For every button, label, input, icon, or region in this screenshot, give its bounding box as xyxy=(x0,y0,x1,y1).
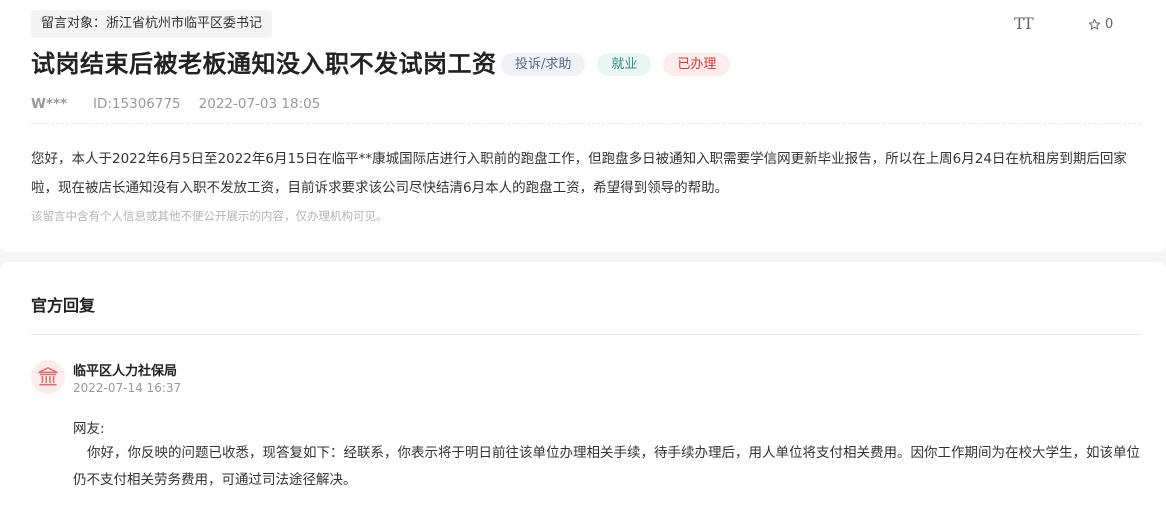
reply-salutation: 网友: xyxy=(73,421,105,437)
message-title: 试岗结束后被老板通知没入职不发试岗工资 xyxy=(31,50,497,78)
message-card: 留言对象：浙江省杭州市临平区委书记 TT 0 试岗结束后被老板通知没入职不发试岗… xyxy=(0,0,1166,252)
reply-section-title: 官方回复 xyxy=(31,296,96,315)
avatar xyxy=(31,360,65,394)
author-name: W*** xyxy=(31,96,68,112)
divider xyxy=(31,334,1141,335)
message-date: 2022-07-03 18:05 xyxy=(198,96,321,112)
government-building-icon xyxy=(38,367,58,386)
message-meta: W*** ID:15306775 2022-07-03 18:05 xyxy=(31,96,320,112)
type-badge[interactable]: 投诉/求助 xyxy=(501,53,586,76)
reply-time: 2022-07-14 16:37 xyxy=(73,381,182,395)
reply-content: 你好，你反映的问题已收悉，现答复如下：经联系，你表示将于明日前往该单位办理相关手… xyxy=(73,445,1140,488)
message-content: 您好，本人于2022年6月5日至2022年6月15日在临平**康城国际店进行入职… xyxy=(31,151,1127,196)
message-target: 留言对象：浙江省杭州市临平区委书记 xyxy=(31,10,273,38)
favorite-count: 0 xyxy=(1105,17,1114,32)
tag-group: 投诉/求助 就业 已办理 xyxy=(501,53,731,76)
font-size-icon[interactable]: TT xyxy=(1014,14,1034,33)
star-icon xyxy=(1088,18,1101,30)
field-badge[interactable]: 就业 xyxy=(597,53,652,76)
status-badge: 已办理 xyxy=(663,53,731,76)
favorite-button[interactable]: 0 xyxy=(1088,17,1113,32)
divider xyxy=(31,123,1141,124)
reply-org-name: 临平区人力社保局 xyxy=(73,364,178,379)
message-id: ID:15306775 xyxy=(93,96,181,112)
privacy-notice: 该留言中含有个人信息或其他不便公开展示的内容，仅办理机构可见。 xyxy=(31,209,388,223)
